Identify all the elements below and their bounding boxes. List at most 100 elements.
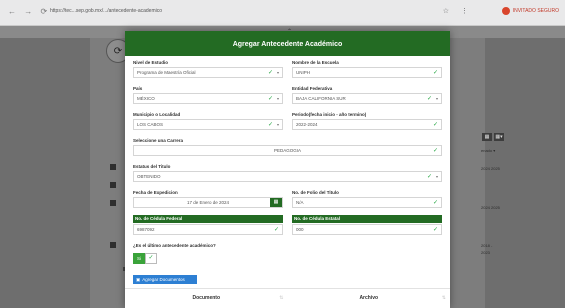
entidad-field: Entidad Federativa BAJA CALIFORNIA SUR ✓… [292, 85, 442, 104]
carrera-input[interactable]: PEDAGOGIA ✓ [133, 145, 442, 156]
nav-arrows-icon[interactable]: ← → ⟳ [8, 7, 50, 16]
col-archivo-label: Archivo [359, 295, 379, 301]
periodo-field: Periodo(fecha inicio - año termino) 2022… [292, 111, 442, 130]
col-documento[interactable]: Documento ⇅ [125, 289, 288, 308]
fecha-field: Fecha de Expedicion 17 de Enero de 2024 … [133, 189, 283, 208]
cedula-federal-input[interactable]: 6987092 ✓ [133, 224, 283, 235]
calendar-icon[interactable]: ▦ [270, 198, 282, 207]
check-icon: ✓ [267, 70, 273, 76]
export-icon: ▦▾ [494, 133, 504, 141]
check-icon: ✓ [432, 200, 438, 206]
cedula-federal-field: No. de Cédula Federal 6987092 ✓ [133, 215, 283, 235]
nivel-field: Nivel de Estudio Programa de Maestría Of… [133, 59, 283, 78]
nivel-value: Programa de Maestría Oficial [137, 70, 196, 75]
col-archivo[interactable]: Archivo ⇅ [288, 289, 451, 308]
check-icon: ✓ [426, 96, 432, 102]
sort-icon[interactable]: ⇅ [442, 289, 446, 307]
chevron-down-icon: ▾ [435, 96, 438, 101]
avatar-icon [501, 7, 510, 15]
periodo-input[interactable]: 2022-2024 ✓ [292, 119, 442, 130]
check-icon: ✓ [426, 174, 432, 180]
check-icon: ✓ [432, 148, 438, 154]
entidad-label: Entidad Federativa [292, 86, 333, 91]
chevron-down-icon: ▾ [276, 122, 279, 127]
columns-icon: ▦ [482, 133, 492, 141]
row-marker [110, 182, 116, 188]
check-icon: ✓ [432, 122, 438, 128]
estatus-label: Estatus del Titulo [133, 164, 171, 169]
bg-cell: 2023 [481, 250, 490, 255]
check-icon: ✓ [273, 227, 279, 233]
estatus-select[interactable]: OBTENIDO ✓ ▾ [133, 171, 442, 182]
bg-col-header: enado ▾ [481, 148, 496, 153]
cedula-federal-value: 6987092 [137, 227, 155, 232]
modal-title: Agregar Antecedente Académico [125, 31, 450, 56]
row-marker [110, 200, 116, 206]
col-documento-label: Documento [192, 295, 221, 301]
pais-select[interactable]: MÉXICO ✓ ▾ [133, 93, 283, 104]
address-bar[interactable]: https://tec...sep.gob.mx/.../antecedente… [50, 8, 280, 14]
pais-field: País MÉXICO ✓ ▾ [133, 85, 283, 104]
toggle-si[interactable]: Si [133, 253, 145, 264]
cedula-estatal-label: No. de Cédula Estatal [292, 215, 442, 223]
bg-row-markers [105, 164, 121, 248]
entidad-value: BAJA CALIFORNIA SUR [296, 96, 346, 101]
cedula-estatal-field: No. de Cédula Estatal 000 ✓ [292, 215, 442, 235]
bg-table-tools: ▦ ▦▾ [482, 133, 504, 141]
chevron-down-icon: ▾ [276, 70, 279, 75]
pais-value: MÉXICO [137, 96, 155, 101]
nivel-select[interactable]: Programa de Maestría Oficial ✓ ▾ [133, 67, 283, 78]
folio-label: No. de Folio del Titulo [292, 190, 339, 195]
add-documents-label: Agregar Documentos [142, 277, 185, 282]
ultimo-toggle[interactable]: Si ✓ [133, 253, 157, 264]
profile-button[interactable]: INVITADO SEGURO [501, 7, 559, 15]
carrera-value: PEDAGOGIA [273, 148, 301, 153]
cedula-estatal-value: 000 [296, 227, 304, 232]
ultimo-label: ¿Es el último antecedente académico? [133, 243, 216, 248]
fecha-input[interactable]: 17 de Enero de 2024 ▦ [133, 197, 283, 208]
estatus-field: Estatus del Titulo OBTENIDO ✓ ▾ [133, 163, 442, 182]
bg-cell: 2018 - [481, 243, 493, 248]
chevron-down-icon: ▾ [435, 174, 438, 179]
row-marker [110, 164, 116, 170]
ultimo-question: ¿Es el último antecedente académico? [133, 242, 333, 249]
fecha-label: Fecha de Expedicion [133, 190, 178, 195]
browser-toolbar: ← → ⟳ https://tec...sep.gob.mx/.../antec… [0, 0, 565, 26]
carrera-label: Seleccione una Carrera [133, 138, 184, 143]
entidad-select[interactable]: BAJA CALIFORNIA SUR ✓ ▾ [292, 93, 442, 104]
check-icon: ✓ [432, 70, 438, 76]
periodo-label: Periodo(fecha inicio - año termino) [292, 112, 367, 117]
pais-label: País [133, 86, 143, 91]
cedula-federal-label: No. de Cédula Federal [133, 215, 283, 223]
check-icon: ✓ [267, 96, 273, 102]
carrera-field: Seleccione una Carrera PEDAGOGIA ✓ [133, 137, 442, 156]
profile-label: INVITADO SEGURO [512, 8, 559, 14]
folio-value: N/A [296, 200, 304, 205]
chevron-down-icon: ▾ [276, 96, 279, 101]
escuela-input[interactable]: UNIPH ✓ [292, 67, 442, 78]
periodo-value: 2022-2024 [296, 122, 318, 127]
municipio-label: Municipio o Localidad [133, 112, 181, 117]
add-documents-button[interactable]: ▣ Agregar Documentos [133, 275, 197, 284]
escuela-value: UNIPH [296, 70, 311, 75]
bg-cell: 2024 2025 [481, 166, 500, 171]
escuela-field: Nombre de la Escuela UNIPH ✓ [292, 59, 442, 78]
nivel-label: Nivel de Estudio [133, 60, 169, 65]
fecha-value: 17 de Enero de 2024 [186, 200, 230, 205]
bg-cell: 2024 2025 [481, 205, 500, 210]
folio-input[interactable]: N/A ✓ [292, 197, 442, 208]
document-icon: ▣ [136, 277, 141, 282]
add-academic-record-modal: Agregar Antecedente Académico Nivel de E… [125, 31, 450, 308]
sort-icon[interactable]: ⇅ [279, 289, 283, 307]
logo-glyph: ⟳ [113, 45, 123, 57]
check-icon: ✓ [267, 122, 273, 128]
estatus-value: OBTENIDO [137, 174, 161, 179]
toolbar-icons[interactable]: ☆ ⋮ [443, 7, 473, 15]
municipio-select[interactable]: LOS CABOS ✓ ▾ [133, 119, 283, 130]
check-icon[interactable]: ✓ [145, 253, 157, 264]
municipio-field: Municipio o Localidad LOS CABOS ✓ ▾ [133, 111, 283, 130]
escuela-label: Nombre de la Escuela [292, 60, 339, 65]
documents-table-header: Documento ⇅ Archivo ⇅ [125, 288, 450, 308]
municipio-value: LOS CABOS [137, 122, 164, 127]
cedula-estatal-input[interactable]: 000 ✓ [292, 224, 442, 235]
